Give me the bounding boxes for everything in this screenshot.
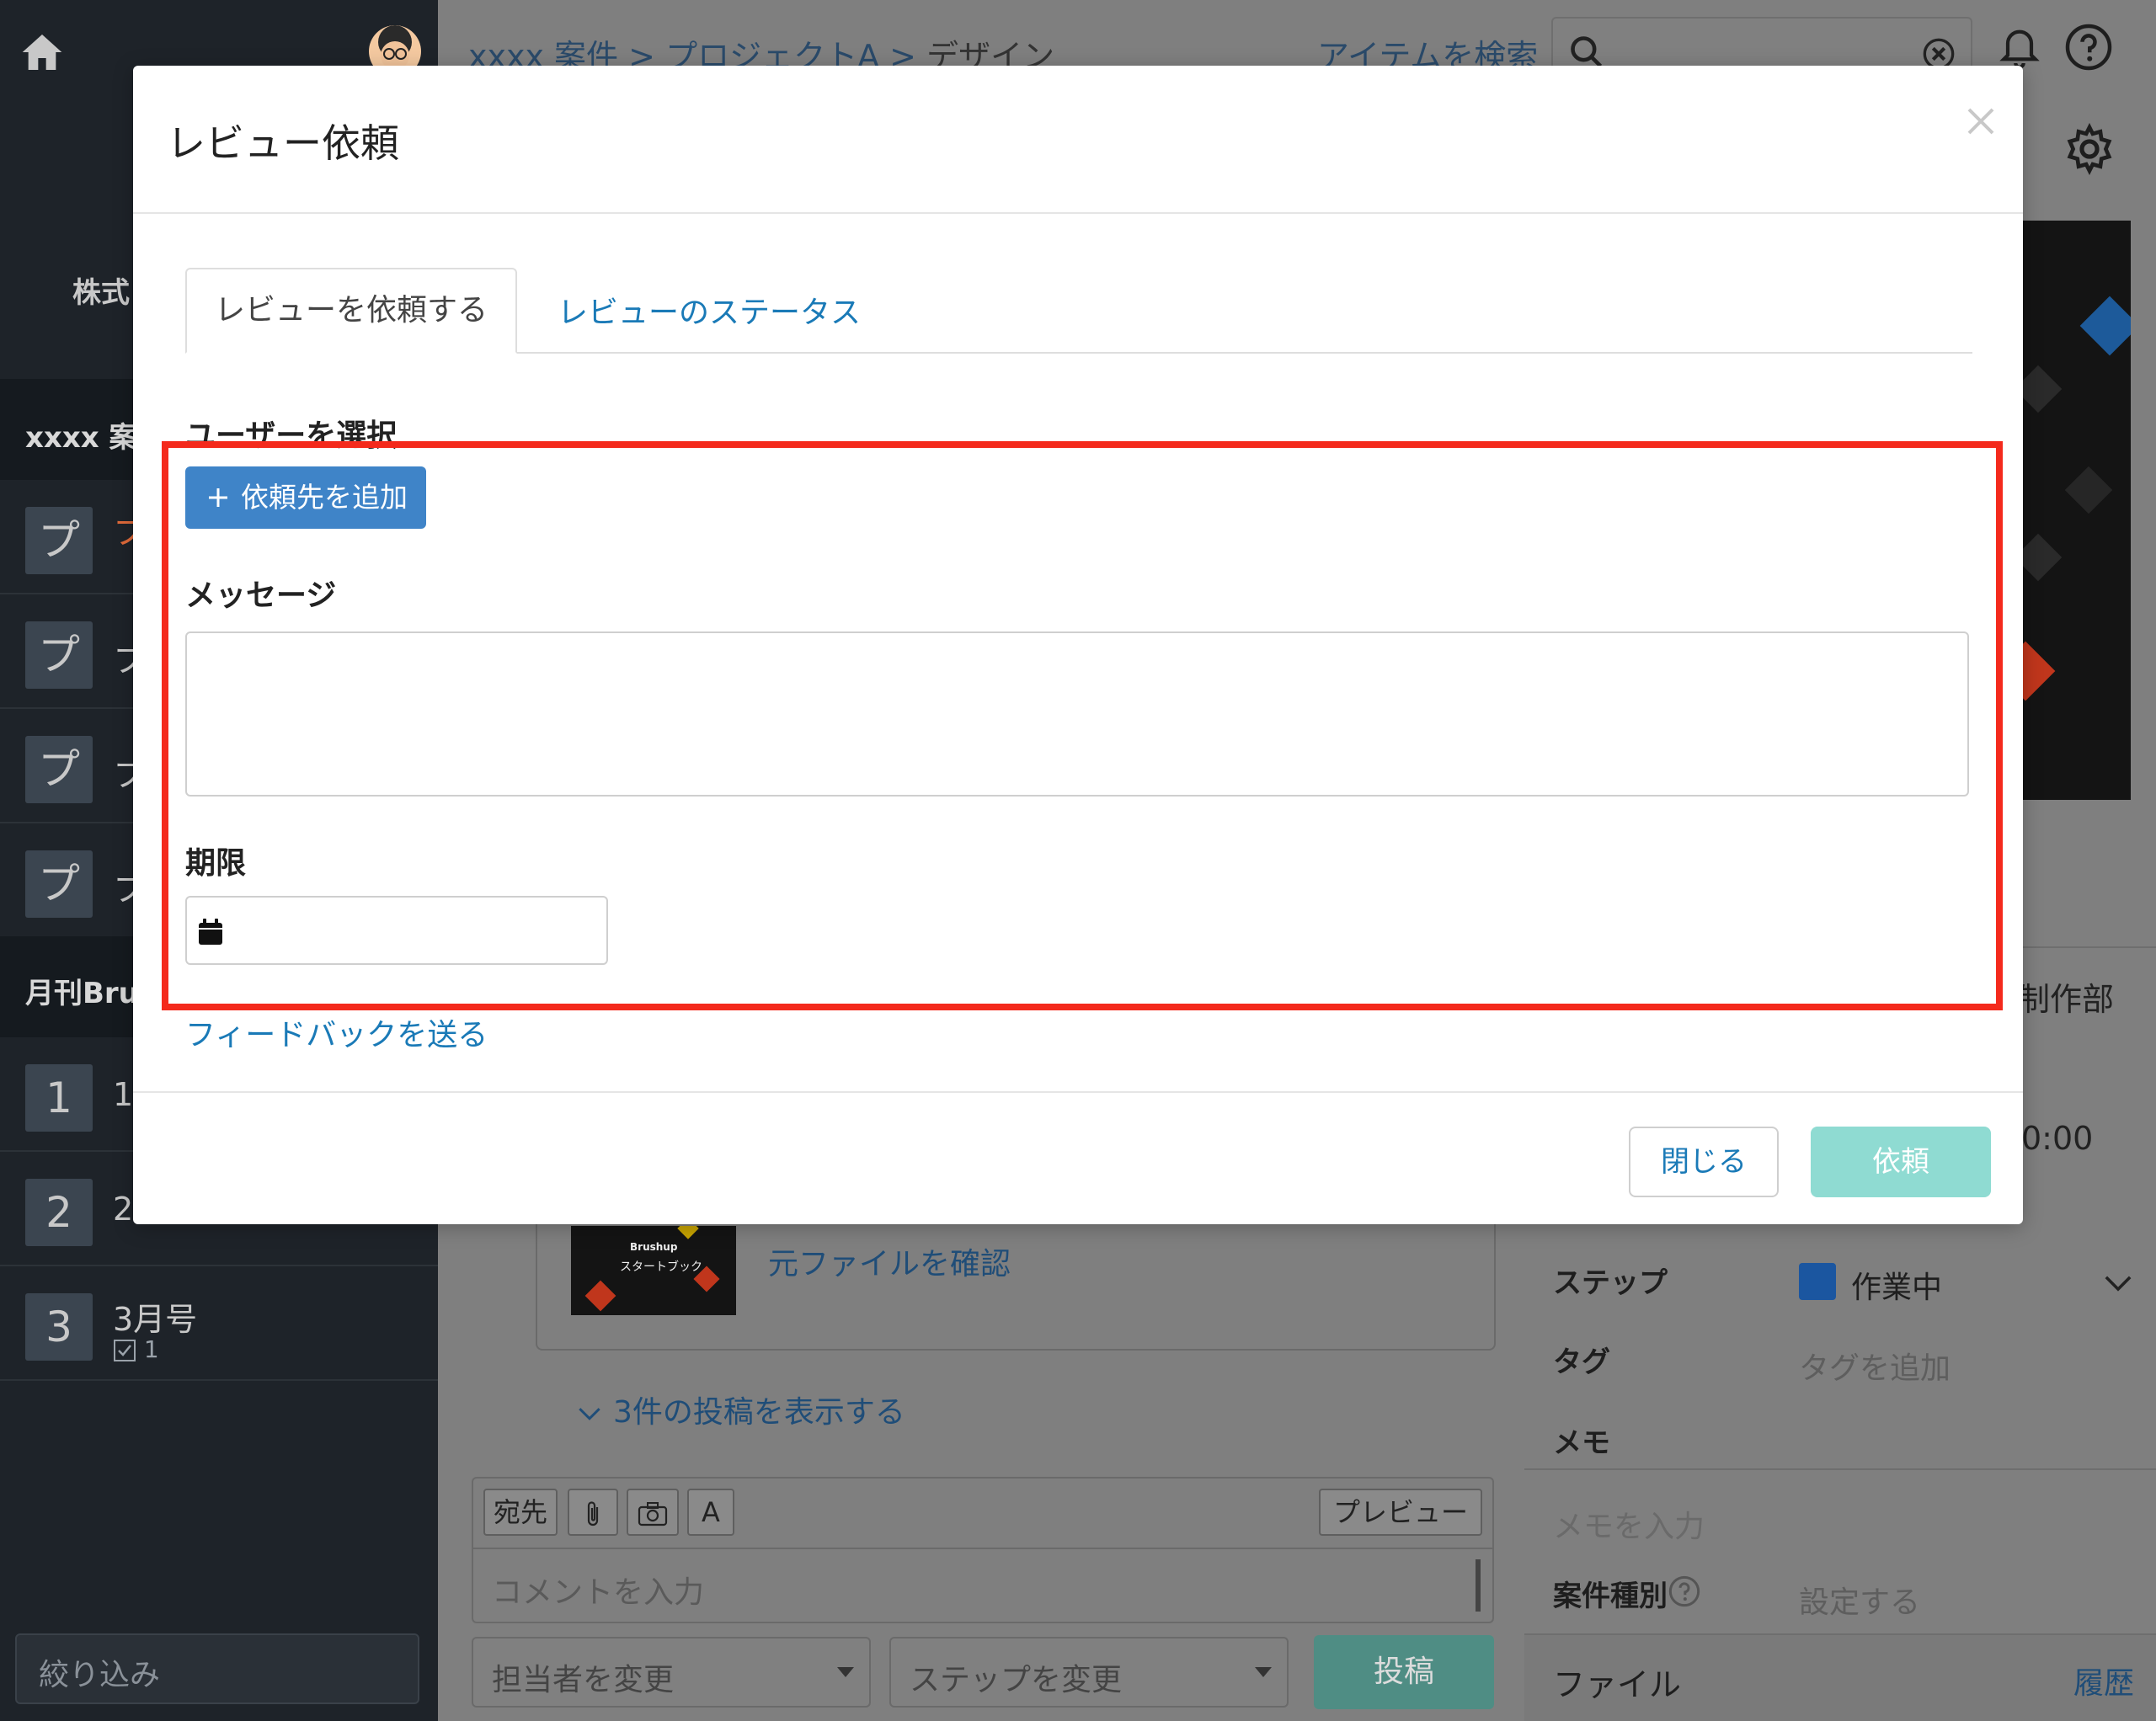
item-badge: 1	[25, 1064, 93, 1132]
step-value[interactable]: 作業中	[1851, 1263, 1942, 1307]
sidebar-section-title: 月刊Bru	[25, 977, 139, 1010]
memo-input[interactable]: メモを入力	[1553, 1502, 1705, 1546]
step-status-swatch	[1799, 1263, 1836, 1300]
history-link[interactable]: 履歴	[2073, 1659, 2134, 1702]
feedback-link[interactable]: フィードバックを送る	[185, 1010, 488, 1054]
case-type-set-link[interactable]: 設定する	[1799, 1578, 1920, 1622]
preview-button[interactable]: プレビュー	[1319, 1489, 1482, 1536]
request-button[interactable]: 依頼	[1811, 1127, 1991, 1197]
camera-icon	[638, 1502, 668, 1527]
checkbox-icon	[114, 1340, 136, 1361]
tab-request-review[interactable]: レビューを依頼する	[185, 268, 517, 354]
scrollbar[interactable]	[1476, 1559, 1481, 1612]
caret-down-icon	[1255, 1667, 1272, 1677]
tag-label: タグ	[1553, 1345, 1610, 1379]
step-select[interactable]: ステップを変更	[889, 1637, 1289, 1708]
filter-input[interactable]: 絞り込み	[15, 1633, 419, 1704]
caret-down-icon	[837, 1667, 854, 1677]
mention-button[interactable]: 宛先	[483, 1489, 558, 1536]
item-badge: プ	[25, 850, 93, 918]
font-button[interactable]: A	[687, 1489, 734, 1536]
file-title: ファイル	[1553, 1666, 1682, 1703]
case-type-label: 案件種別	[1553, 1580, 1668, 1613]
memo-label: メモ	[1553, 1426, 1610, 1460]
post-button[interactable]: 投稿	[1314, 1635, 1494, 1709]
chevron-down-icon[interactable]	[2104, 1273, 2132, 1293]
step-select-label: ステップを変更	[910, 1663, 1123, 1697]
review-request-modal: レビュー依頼 レビューを依頼する レビューのステータス ユーザーを選択 依頼先を…	[133, 66, 2023, 1224]
step-label: ステップ	[1553, 1266, 1668, 1300]
highlight-annotation	[162, 441, 2003, 1010]
time-text: 0:00	[2021, 1120, 2094, 1157]
divider	[133, 1091, 2023, 1093]
help-icon[interactable]	[1668, 1574, 1701, 1608]
item-label: 3月号	[113, 1301, 198, 1338]
sidebar-section-title: xxxx 案	[25, 421, 138, 455]
attach-button[interactable]	[568, 1489, 618, 1536]
chevron-down-icon	[579, 1408, 600, 1420]
tab-review-status[interactable]: レビューのステータス	[558, 288, 861, 332]
close-button[interactable]: 閉じる	[1629, 1127, 1779, 1197]
tag-add-input[interactable]: タグを追加	[1799, 1344, 1951, 1388]
sidebar-item-issue[interactable]: 3 3月号 1	[0, 1266, 438, 1381]
paperclip-icon	[587, 1501, 599, 1527]
show-posts-label: 3件の投稿を表示する	[613, 1395, 905, 1430]
org-name: 株式	[72, 276, 130, 310]
item-badge: プ	[25, 736, 93, 803]
divider	[473, 1548, 1492, 1549]
divider	[133, 212, 2023, 214]
comment-input[interactable]: コメントを入力	[492, 1568, 704, 1612]
item-badge: プ	[25, 507, 93, 574]
thumb-brand: Brushup	[630, 1241, 678, 1253]
assignee-select-label: 担当者を変更	[492, 1663, 675, 1697]
gear-icon[interactable]	[2063, 123, 2116, 175]
divider	[1524, 1468, 2156, 1470]
thumb-title: スタートブック	[620, 1260, 702, 1274]
item-task-count: 1	[113, 1335, 159, 1363]
task-count: 1	[143, 1335, 159, 1363]
item-badge: 3	[25, 1293, 93, 1361]
show-posts-link[interactable]: 3件の投稿を表示する	[578, 1388, 905, 1431]
assignee-select[interactable]: 担当者を変更	[472, 1637, 871, 1708]
post-thumbnail[interactable]: Brushup スタートブック	[571, 1226, 736, 1315]
modal-title: レビュー依頼	[167, 120, 399, 166]
source-file-link[interactable]: 元ファイルを確認	[768, 1239, 1011, 1283]
close-icon[interactable]	[1961, 101, 2001, 141]
camera-button[interactable]	[627, 1489, 679, 1536]
help-icon[interactable]	[2063, 22, 2114, 72]
item-badge: 2	[25, 1179, 93, 1246]
item-badge: プ	[25, 621, 93, 689]
home-icon[interactable]	[19, 29, 66, 76]
item-label: 1	[113, 1076, 134, 1113]
item-label: 2	[113, 1191, 134, 1228]
bell-icon[interactable]	[1996, 20, 2043, 71]
department-text: 制作部	[2018, 981, 2115, 1018]
